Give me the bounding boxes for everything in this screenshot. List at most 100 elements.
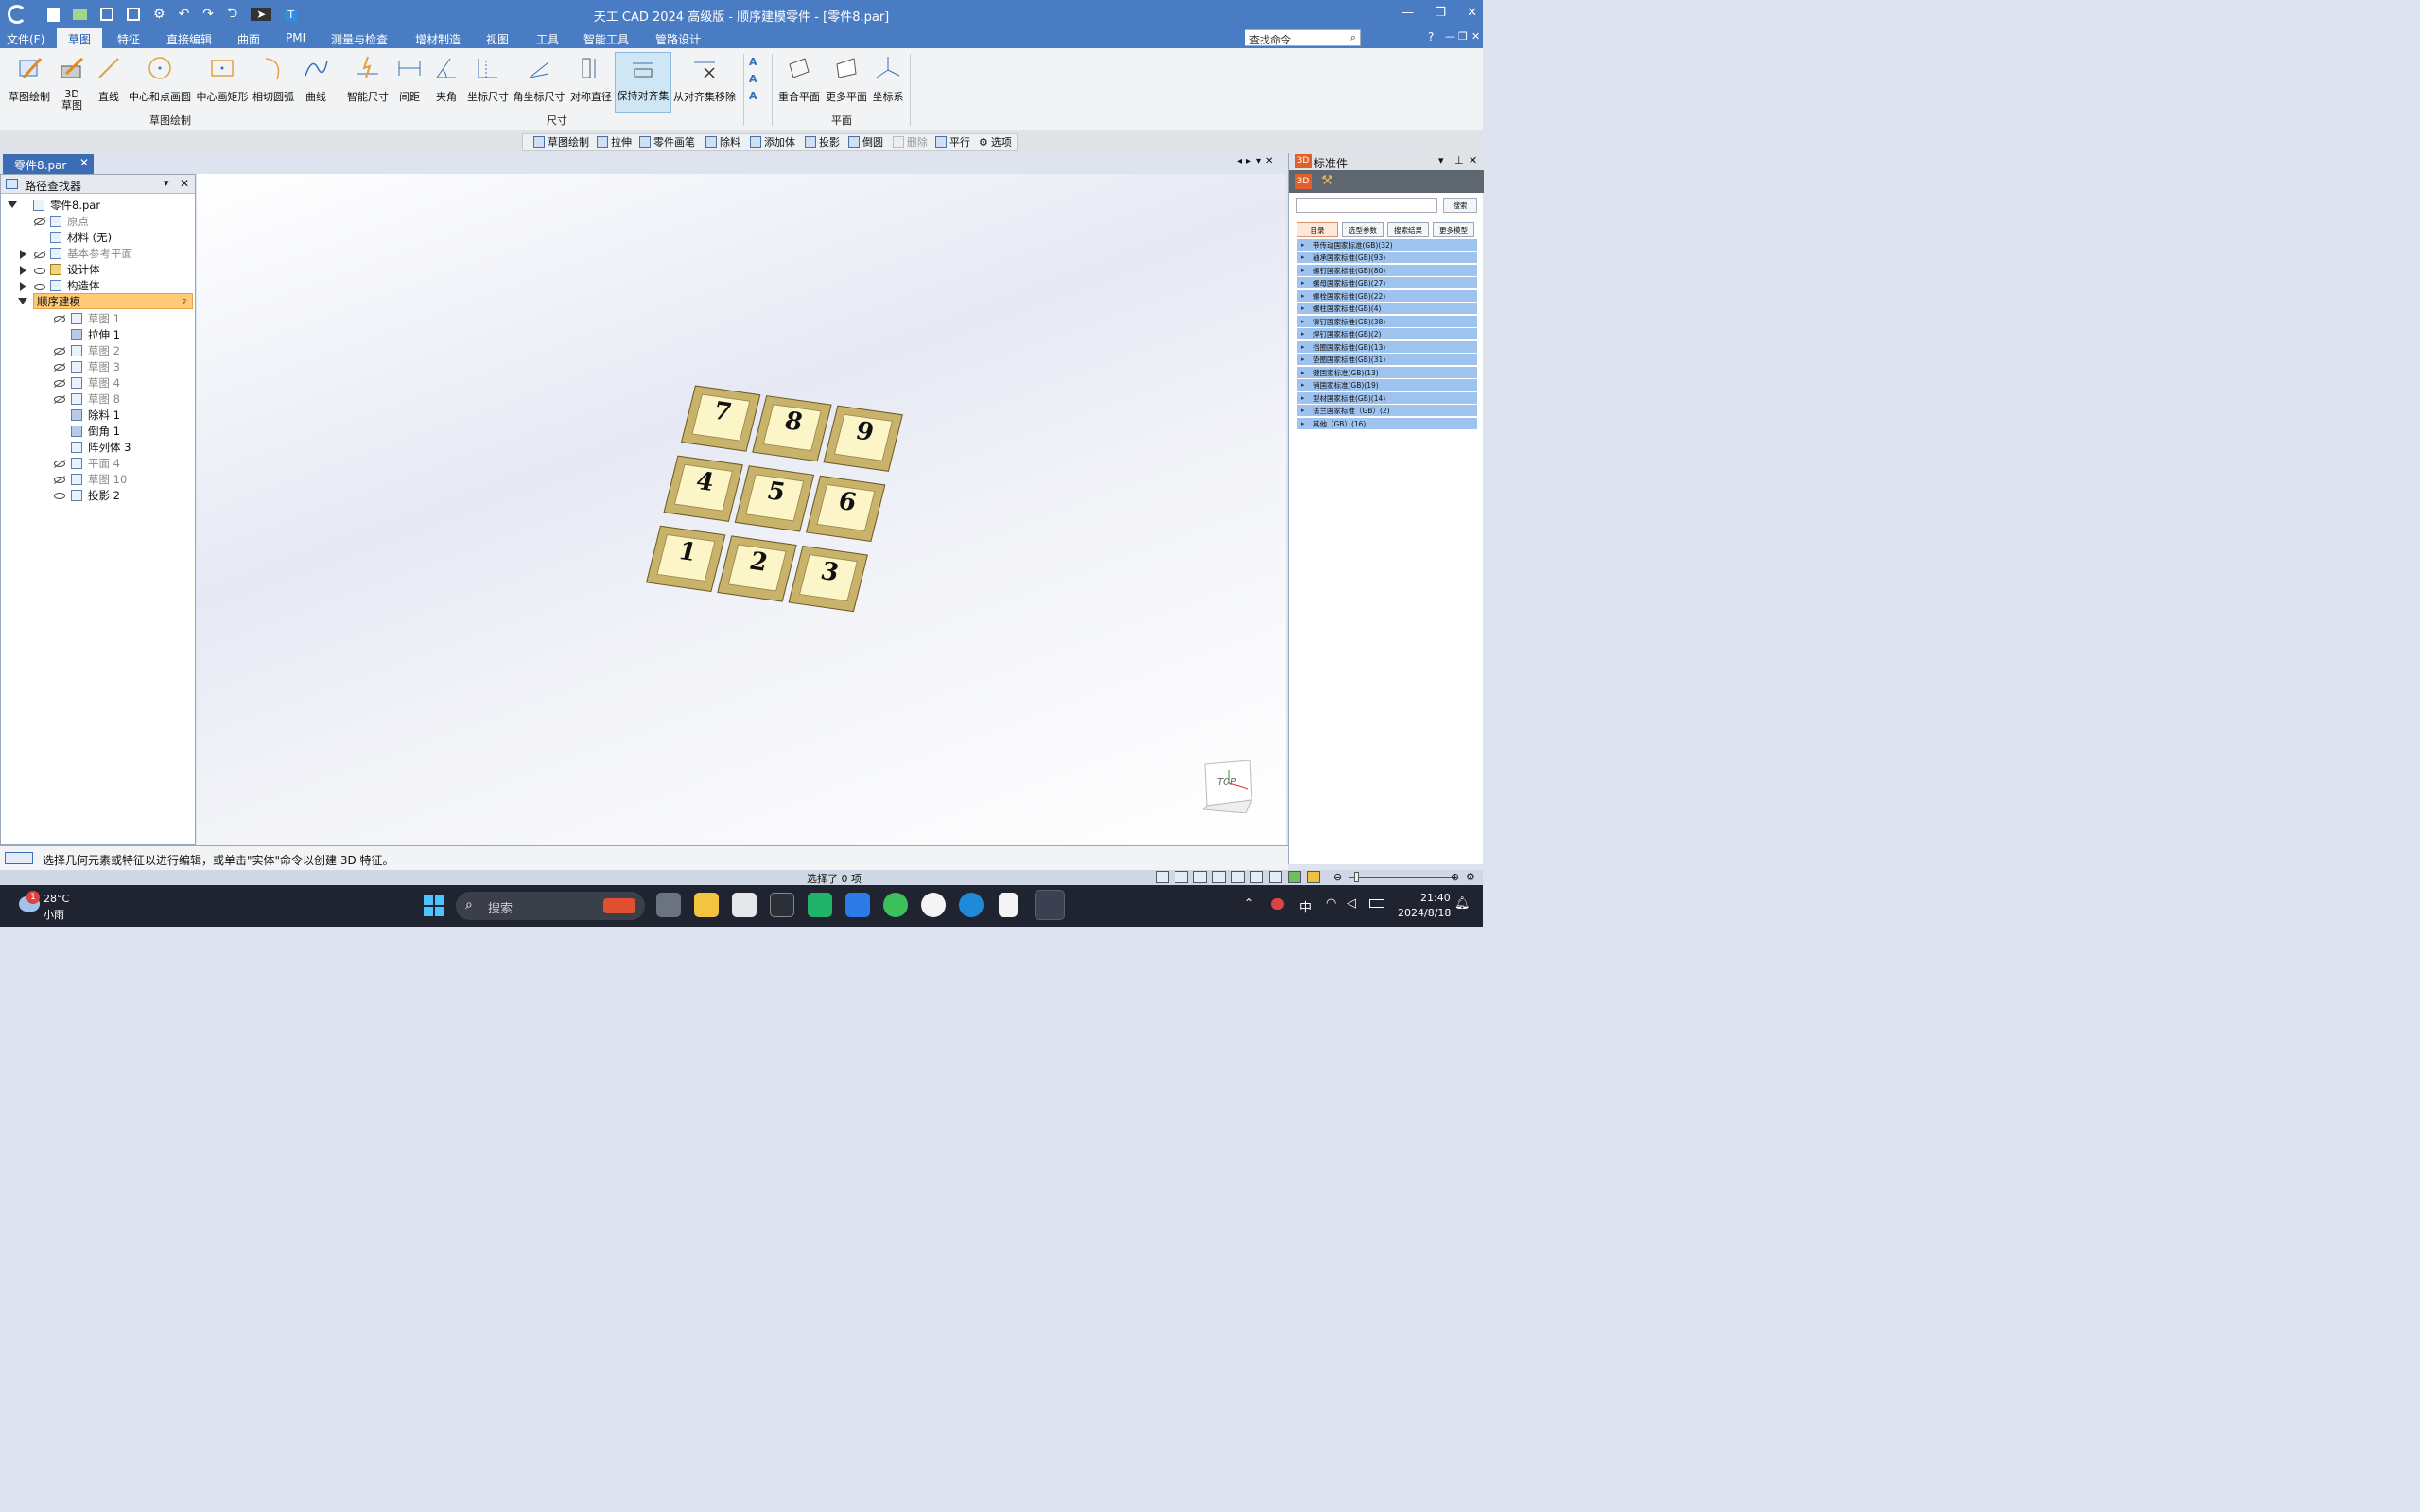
tree-item-design-body[interactable]: 设计体 [50,261,100,277]
library-tab-params[interactable]: 选型参数 [1342,222,1384,237]
tray-icon[interactable] [1271,898,1284,910]
menu-feature[interactable]: 特征 [117,31,140,47]
tree-item-plane-4[interactable]: 平面 4 [71,455,120,471]
cmd-project[interactable]: 投影 [805,134,840,149]
pin-icon[interactable]: ⊥ [1454,154,1464,166]
tree-item-construction[interactable]: 构造体 [50,277,100,293]
menu-surface[interactable]: 曲面 [237,31,260,47]
collapse-icon[interactable] [8,201,17,208]
menu-sketch[interactable]: 草图 [57,28,103,48]
tree-item-ordered-modeling[interactable]: 顺序建模 ▿ [33,293,193,309]
tree-item-extrude-1[interactable]: 拉伸 1 [71,326,120,342]
collapse-icon[interactable] [18,298,27,304]
view-cube[interactable]: TOP [1201,759,1253,814]
library-item[interactable]: 螺母国家标准(GB)(27) [1297,277,1477,289]
tiangong-cad-icon[interactable] [1035,890,1065,920]
hidden-eye-icon[interactable] [34,252,45,258]
tree-item-sketch-10[interactable]: 草图 10 [71,471,127,487]
tree-item-pattern-3[interactable]: 阵列体 3 [71,439,131,455]
library-tab-results[interactable]: 搜索结果 [1387,222,1429,237]
panel-close-icon[interactable]: ✕ [1469,154,1477,166]
library-item[interactable]: 垫圈国家标准(GB)(31) [1297,354,1477,366]
library-item[interactable]: 法兰国家标准（GB）(2) [1297,405,1477,417]
app-blue-icon[interactable] [845,893,870,917]
library-item[interactable]: 螺钉国家标准(GB)(80) [1297,265,1477,277]
library-item[interactable]: 其他（GB）(16) [1297,418,1477,430]
store-icon[interactable] [732,893,757,917]
battery-icon[interactable] [1369,899,1384,908]
file-explorer-icon[interactable] [694,893,719,917]
hidden-eye-icon[interactable] [54,477,65,483]
zoom-in-icon[interactable]: ⊕ [1451,871,1459,883]
style-icon[interactable] [1269,871,1282,883]
curve-button[interactable]: 曲线 [290,54,341,114]
library-item[interactable]: 螺栓国家标准(GB)(22) [1297,290,1477,303]
center-rectangle-button[interactable]: 中心画矩形 [197,54,249,114]
key-1[interactable]: 1 [645,525,726,593]
tree-item-sketch-2[interactable]: 草图 2 [71,342,120,358]
maximize-icon[interactable]: ❐ [1435,6,1446,20]
wechat-icon[interactable] [883,893,908,917]
expand-icon[interactable] [20,250,26,259]
cmd-sketch-draw[interactable]: 草图绘制 [533,134,589,149]
angular-coordinate-button[interactable]: 角坐标尺寸 [514,54,566,114]
key-8[interactable]: 8 [752,395,832,462]
key-6[interactable]: 6 [805,475,886,543]
cmd-options[interactable]: ⚙ 选项 [979,134,1012,149]
hidden-eye-icon[interactable] [54,396,65,403]
library-tab-more[interactable]: 更多模型 [1433,222,1474,237]
tree-item-chamfer-1[interactable]: 倒角 1 [71,423,120,439]
graphics-viewport[interactable]: 7 8 9 4 5 6 1 2 3 [197,174,1286,845]
close-tab-icon[interactable]: ✕ [79,156,89,169]
coincident-plane-button[interactable]: 重合平面 [774,54,825,114]
3d-model-tab-icon[interactable]: 3D [1295,174,1312,189]
hidden-eye-icon[interactable] [54,380,65,387]
key-3[interactable]: 3 [788,545,868,613]
weather-widget[interactable]: 1 28°C 小雨 [17,891,112,921]
zoom-out-icon[interactable]: ⊖ [1333,871,1342,883]
hidden-eye-icon[interactable] [34,218,45,225]
panel-menu-icon[interactable]: ▾ [164,177,169,189]
menu-tools[interactable]: 工具 [536,31,559,47]
taskbar-search[interactable]: ⌕ 搜索 [456,892,645,920]
library-item[interactable]: 销国家标准(GB)(19) [1297,379,1477,391]
color-icon[interactable] [1288,871,1301,883]
zoom-thumb[interactable] [1354,872,1359,882]
key-5[interactable]: 5 [734,465,815,532]
volume-icon[interactable]: ◁ [1347,896,1356,911]
ribbon-restore-icon[interactable]: ❐ [1458,30,1468,43]
menu-additive[interactable]: 增材制造 [415,31,461,47]
qq-icon[interactable] [921,893,946,917]
task-view-icon[interactable] [656,893,681,917]
view-icon[interactable] [1250,871,1263,883]
hidden-eye-icon[interactable] [54,364,65,371]
menu-view[interactable]: 视图 [486,31,509,47]
settings-icon[interactable]: ⚙ [1466,871,1475,883]
rotate-icon[interactable] [1231,871,1245,883]
dropdown-icon[interactable]: ▿ [182,297,186,306]
cmd-extrude[interactable]: 拉伸 [597,134,632,149]
minimize-icon[interactable]: — [1402,6,1414,20]
ribbon-close-icon[interactable]: ✕ [1471,30,1480,43]
library-search-button[interactable]: 搜索 [1443,198,1477,213]
document-icon[interactable] [999,893,1018,917]
menu-direct-edit[interactable]: 直接编辑 [166,31,212,47]
material-swatch-icon[interactable] [1307,871,1320,883]
library-search-input[interactable] [1296,198,1437,213]
cmd-part-painter[interactable]: 零件画笔 [639,134,695,149]
app-icon[interactable] [770,893,794,917]
panel-close-icon[interactable]: ✕ [180,177,189,190]
pan-icon[interactable] [1212,871,1226,883]
tree-item-base-planes[interactable]: 基本参考平面 [50,245,132,261]
key-4[interactable]: 4 [663,455,743,522]
library-item[interactable]: 型材国家标准(GB)(14) [1297,392,1477,405]
tree-item-origin[interactable]: 原点 [50,213,89,229]
zoom-icon[interactable] [1193,871,1207,883]
library-item[interactable]: 轴承国家标准(GB)(93) [1297,252,1477,264]
wifi-icon[interactable]: ◠ [1326,896,1336,911]
eye-icon[interactable] [54,493,65,499]
tree-item-sketch-1[interactable]: 草图 1 [71,310,120,326]
tree-item-sketch-3[interactable]: 草图 3 [71,358,120,374]
tree-item-sketch-4[interactable]: 草图 4 [71,374,120,391]
tree-item-projection-2[interactable]: 投影 2 [71,487,120,503]
